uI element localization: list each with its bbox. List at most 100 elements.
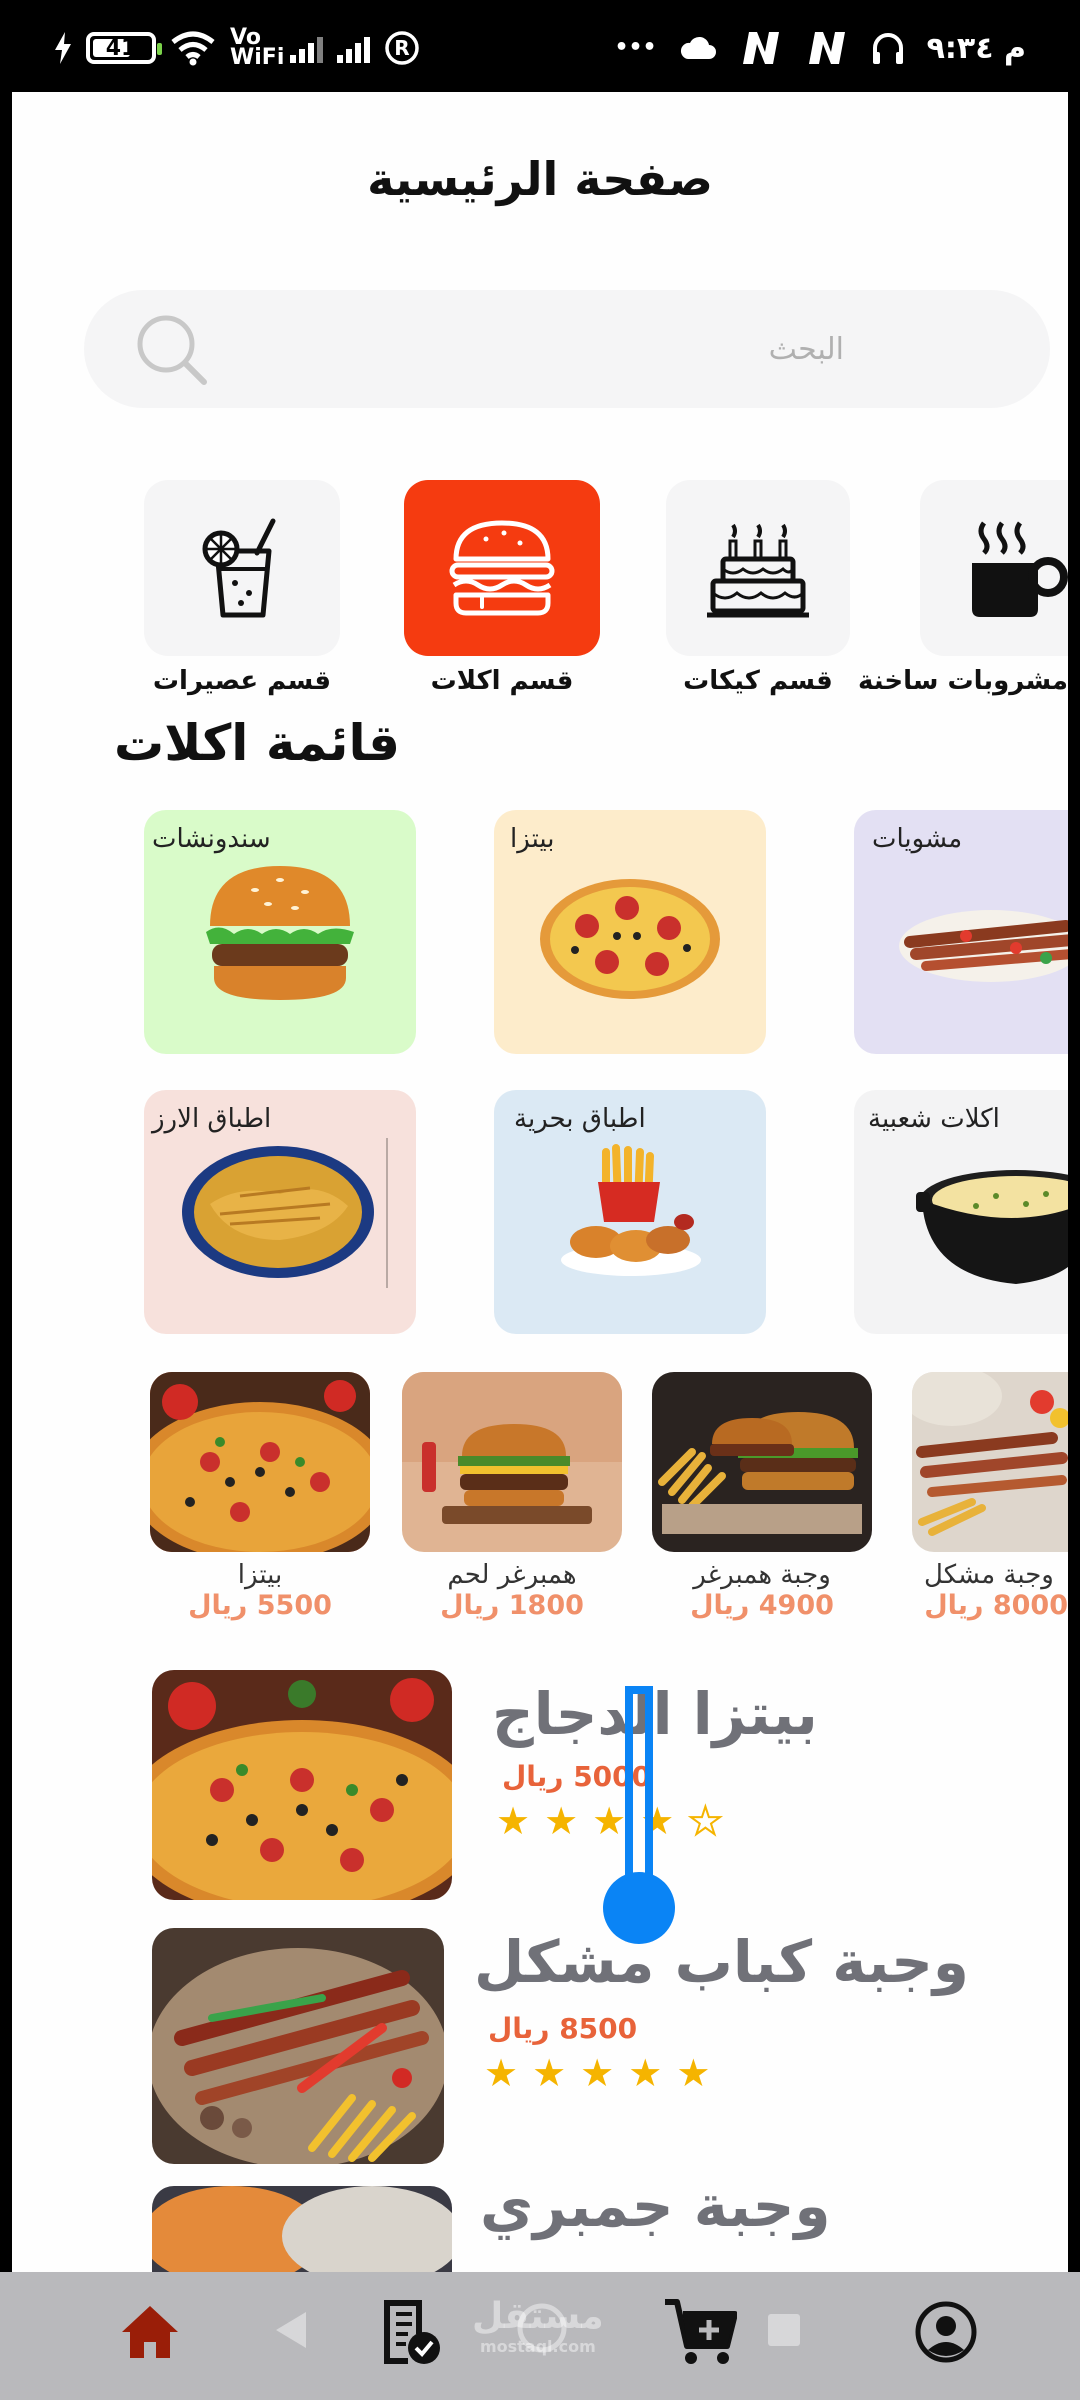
nav-profile[interactable]	[896, 2282, 996, 2382]
nav-home[interactable]	[100, 2282, 200, 2382]
clock: م ٩:٣٤	[926, 30, 1026, 66]
category-meals[interactable]: قسم اكلات	[404, 480, 600, 696]
signal-icon-2	[337, 33, 370, 63]
star-icon: ★	[676, 2051, 711, 2095]
category-label: قسم كيكات	[683, 666, 833, 696]
category-label: قسم اكلات	[430, 666, 574, 696]
search-input[interactable]	[244, 320, 844, 378]
watermark-logo: مستقل mostaql.com	[472, 2296, 604, 2356]
burger-photo	[402, 1372, 622, 1552]
battery-icon: 41	[86, 32, 162, 64]
food-tile-sandwiches[interactable]: سندونشات	[144, 810, 416, 1054]
tile-label: بيتزا	[510, 824, 555, 854]
burger-image	[206, 866, 354, 1000]
category-box[interactable]	[144, 480, 340, 656]
food-tile-pizza[interactable]: بيتزا	[494, 810, 766, 1054]
home-icon	[122, 2306, 178, 2358]
search-bar[interactable]	[84, 290, 1050, 408]
watermark-subtext: mostaql.com	[479, 2337, 596, 2356]
headphones-icon	[872, 33, 903, 64]
product-card-beef-burger[interactable]: همبرغر لحم 1800 ريال	[402, 1372, 622, 1621]
kebab-meal-photo	[152, 1928, 444, 2164]
star-icon: ★	[544, 1799, 579, 1843]
traditional-dish-image	[916, 1170, 1068, 1284]
profile-icon	[915, 2301, 977, 2363]
category-cakes[interactable]: قسم كيكات	[666, 480, 850, 696]
tile-label: اكلات شعبية	[868, 1104, 1000, 1134]
tile-label: اطباق بحرية	[514, 1104, 646, 1134]
more-indicator: •••	[614, 35, 657, 60]
hot-drink-icon	[972, 521, 1068, 617]
star-icon: ★	[484, 2051, 519, 2095]
recents-icon[interactable]	[766, 2312, 802, 2348]
nav-cart[interactable]	[650, 2282, 750, 2382]
category-box[interactable]	[920, 480, 1068, 656]
product-name: بيتزا	[237, 1560, 283, 1590]
seafood-image	[561, 1144, 701, 1276]
back-icon[interactable]	[272, 2310, 308, 2350]
product-image[interactable]	[652, 1372, 872, 1552]
category-hot-drinks[interactable]: مشروبات ساخنة	[858, 480, 1068, 696]
product-image[interactable]	[150, 1372, 370, 1552]
category-juices[interactable]: قسم عصيرات	[144, 480, 340, 696]
search-icon[interactable]	[132, 310, 212, 390]
pizza-photo	[150, 1372, 370, 1552]
product-image[interactable]	[402, 1372, 622, 1552]
product-card-pizza[interactable]: بيتزا 5500 ريال	[150, 1372, 370, 1621]
orders-icon	[384, 2300, 440, 2364]
product-price: 4900 ريال	[690, 1590, 834, 1621]
burger-icon	[449, 520, 555, 616]
product-card-mixed-meal[interactable]: وجبة مشكل 8000 ريال	[912, 1372, 1068, 1621]
product-name: وجبة همبرغر	[693, 1560, 831, 1590]
star-icon: ★	[532, 2051, 567, 2095]
product-price: 1800 ريال	[440, 1590, 584, 1621]
category-label: مشروبات ساخنة	[857, 666, 1068, 696]
wifi-icon	[171, 31, 215, 66]
cart-icon	[665, 2299, 737, 2364]
rating-stars: ★ ★ ★ ★ ★	[484, 2054, 710, 2092]
food-tile-seafood[interactable]: اطباق بحرية	[494, 1090, 766, 1334]
list-item-image[interactable]	[152, 1670, 452, 1900]
product-image[interactable]	[912, 1372, 1068, 1552]
watermark-text: مستقل	[472, 2296, 604, 2337]
tile-label: مشويات	[872, 824, 963, 854]
product-card-burger-meal[interactable]: وجبة همبرغر 4900 ريال	[652, 1372, 872, 1621]
cloud-icon	[680, 36, 716, 59]
category-box[interactable]	[666, 480, 850, 656]
product-price: 8000 ريال	[924, 1590, 1068, 1621]
page-title: صفحة الرئيسية	[367, 152, 713, 206]
n-app-icon-1	[742, 32, 779, 64]
star-icon: ★	[496, 1799, 531, 1843]
tile-label: اطباق الارز	[152, 1104, 272, 1134]
rice-dish-image	[182, 1146, 374, 1278]
network-label: Vo WiFi	[230, 25, 285, 70]
food-tile-grills[interactable]: مشويات	[854, 810, 1068, 1054]
n-app-icon-2	[808, 32, 845, 64]
signal-icon-1	[290, 33, 323, 63]
cake-icon	[707, 523, 809, 618]
pizza-image	[540, 879, 720, 999]
list-item-image[interactable]	[152, 1928, 444, 2164]
category-box-active[interactable]	[404, 480, 600, 656]
food-tile-rice[interactable]: اطباق الارز	[144, 1090, 416, 1334]
list-item-kebab-meal[interactable]: وجبة كباب مشكل 8500 ريال ★ ★ ★ ★ ★	[152, 1928, 1052, 2164]
food-tile-traditional[interactable]: اكلات شعبية	[854, 1090, 1068, 1334]
grill-platter-image	[899, 910, 1068, 982]
product-name: همبرغر لحم	[447, 1560, 577, 1590]
battery-percent: 41	[105, 35, 137, 61]
svg-text:R: R	[394, 36, 409, 60]
drag-handle[interactable]	[597, 1686, 687, 1946]
list-item-title: وجبة كباب مشكل	[474, 1928, 969, 1996]
tile-label: سندونشات	[152, 824, 271, 854]
home-screen: صفحة الرئيسية قسم عصيرات	[12, 92, 1068, 2400]
burger-meal-photo	[652, 1372, 872, 1552]
nav-orders[interactable]	[360, 2282, 460, 2382]
star-icon: ★	[628, 2051, 663, 2095]
category-label: قسم عصيرات	[152, 666, 332, 696]
mixed-meal-photo	[912, 1372, 1068, 1552]
registered-icon: R	[385, 31, 419, 65]
status-bar: 41 Vo WiFi R ••• م ٩:٣٤	[0, 0, 1080, 92]
list-item-title: وجبة جمبري	[480, 2172, 831, 2240]
juice-icon	[202, 518, 276, 618]
star-icon: ★	[580, 2051, 615, 2095]
